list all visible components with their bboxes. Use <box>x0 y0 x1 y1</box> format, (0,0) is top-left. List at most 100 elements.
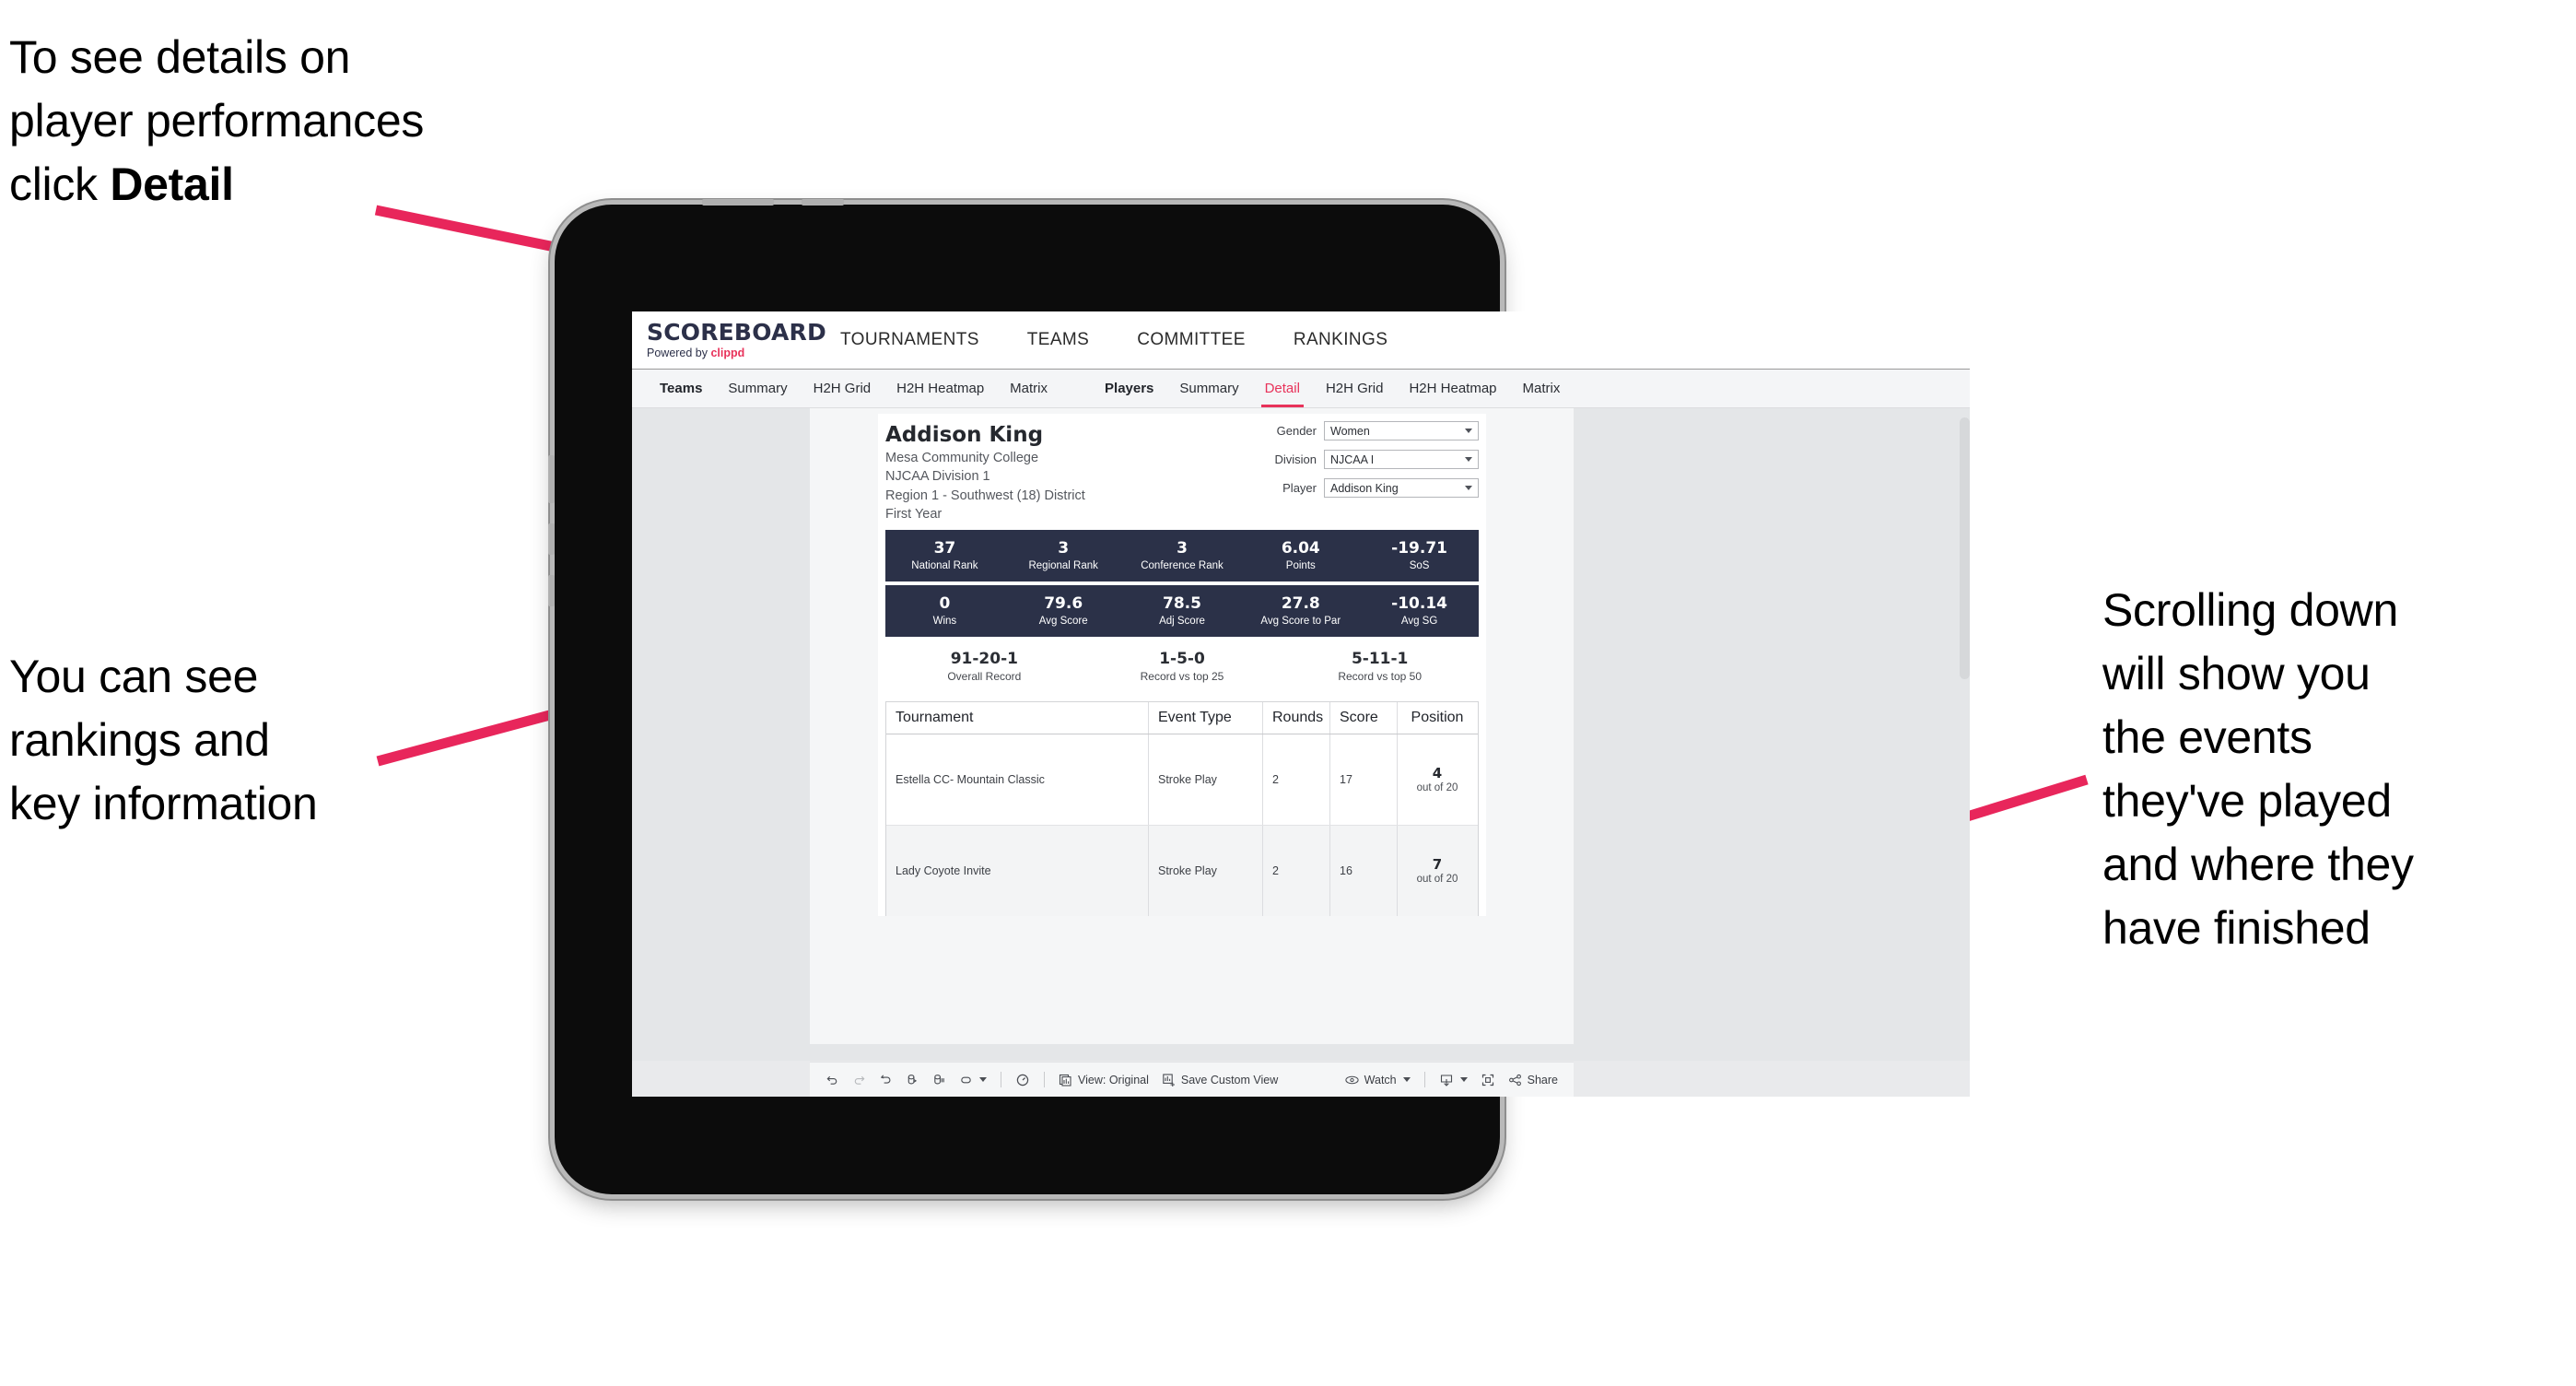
kpi-value: 0 <box>939 593 951 613</box>
viz-toolbar: View: Original Save Custom View Watch Sh… <box>810 1062 1574 1097</box>
kpi-adj-score: 78.5 Adj Score <box>1123 594 1242 628</box>
fullscreen-icon <box>1481 1073 1495 1087</box>
record-label: Record vs top 50 <box>1338 669 1423 683</box>
nav-item-rankings[interactable]: RANKINGS <box>1270 311 1411 369</box>
redo-button[interactable] <box>846 1068 872 1092</box>
download-button[interactable] <box>1433 1068 1474 1092</box>
annotation-mid-left: You can see rankings and key information <box>9 651 318 829</box>
cell-tournament: Estella CC- Mountain Classic <box>886 734 1149 825</box>
filter-select-division[interactable]: NJCAA I <box>1324 450 1479 469</box>
watch-button[interactable]: Watch <box>1338 1068 1417 1092</box>
kpi-label: Avg Score <box>1038 615 1088 627</box>
revert-button[interactable] <box>872 1068 899 1092</box>
brand-logo[interactable]: SCOREBOARD Powered by clippd <box>632 311 826 369</box>
nav-item-committee[interactable]: COMMITTEE <box>1113 311 1270 369</box>
subtab-teams-matrix[interactable]: Matrix <box>997 370 1060 407</box>
kpi-sos: -19.71 SoS <box>1360 539 1479 573</box>
nav-item-tournaments[interactable]: TOURNAMENTS <box>816 311 1003 369</box>
subnav-group-teams: Teams Summary H2H Grid H2H Heatmap Matri… <box>647 370 1060 407</box>
column-header-score[interactable]: Score <box>1330 701 1398 734</box>
brand-title: SCOREBOARD <box>647 319 826 346</box>
tablet-screen: SCOREBOARD Powered by clippd TOURNAMENTS… <box>632 311 1970 1097</box>
save-custom-view-label: Save Custom View <box>1180 1073 1279 1086</box>
fullscreen-button[interactable] <box>1474 1068 1502 1092</box>
filter-label-division: Division <box>1274 452 1317 466</box>
subtab-teams-h2h-heatmap[interactable]: H2H Heatmap <box>884 370 997 407</box>
column-header-rounds[interactable]: Rounds <box>1263 701 1330 734</box>
subtab-teams-h2h-grid[interactable]: H2H Grid <box>801 370 884 407</box>
chevron-down-icon <box>1402 1077 1411 1082</box>
kpi-label: National Rank <box>911 559 978 571</box>
subtab-players-detail[interactable]: Detail <box>1252 370 1313 407</box>
pause-refresh-button[interactable] <box>926 1068 953 1092</box>
filter-select-gender[interactable]: Women <box>1324 421 1479 440</box>
chevron-down-icon <box>979 1077 987 1082</box>
kpi-avg-sg: -10.14 Avg SG <box>1360 594 1479 628</box>
table-row[interactable]: Lady Coyote Invite Stroke Play 2 16 7 ou… <box>886 824 1478 916</box>
tablet-device: SCOREBOARD Powered by clippd TOURNAMENTS… <box>548 199 1970 1194</box>
subtab-players-h2h-heatmap[interactable]: H2H Heatmap <box>1396 370 1509 407</box>
share-button[interactable]: Share <box>1502 1068 1564 1092</box>
kpi-points: 6.04 Points <box>1241 539 1360 573</box>
toolbar-divider <box>1044 1072 1045 1087</box>
filter-label-player: Player <box>1282 481 1317 495</box>
cell-score: 16 <box>1330 825 1398 916</box>
filter-value-gender: Women <box>1330 424 1370 438</box>
annotation-top-left: To see details on player performances cl… <box>9 26 617 217</box>
filter-select-player[interactable]: Addison King <box>1324 478 1479 498</box>
revert-icon <box>879 1073 893 1086</box>
share-label: Share <box>1527 1073 1558 1086</box>
kpi-label: Avg Score to Par <box>1260 615 1341 627</box>
filter-label-gender: Gender <box>1276 424 1317 438</box>
subtab-teams-summary[interactable]: Summary <box>715 370 800 407</box>
undo-button[interactable] <box>819 1068 846 1092</box>
kpi-avg-score-to-par: 27.8 Avg Score to Par <box>1241 594 1360 628</box>
viz-content-panel: Addison King Mesa Community College NJCA… <box>878 414 1486 916</box>
save-custom-view-button[interactable]: Save Custom View <box>1155 1068 1284 1092</box>
device-button-left-2 <box>548 523 555 555</box>
kpi-label: SoS <box>1409 559 1430 571</box>
cell-rounds: 2 <box>1263 734 1330 825</box>
performance-button[interactable] <box>1009 1068 1036 1092</box>
cell-tournament: Lady Coyote Invite <box>886 825 1149 916</box>
visualization-area: Addison King Mesa Community College NJCA… <box>632 408 1970 1061</box>
record-overall: 91-20-1 Overall Record <box>885 650 1083 683</box>
kpi-label: Avg SG <box>1400 615 1438 627</box>
subtab-players-matrix[interactable]: Matrix <box>1510 370 1574 407</box>
table-row[interactable]: Estella CC- Mountain Classic Stroke Play… <box>886 734 1478 825</box>
nav-item-teams[interactable]: TEAMS <box>1003 311 1113 369</box>
subtab-players-h2h-grid[interactable]: H2H Grid <box>1313 370 1397 407</box>
refresh-icon <box>906 1073 919 1086</box>
toolbar-divider <box>1423 1072 1425 1087</box>
column-header-tournament[interactable]: Tournament <box>886 701 1149 734</box>
player-info-block: Addison King Mesa Community College NJCA… <box>878 414 1486 530</box>
filter-row-gender: Gender Women <box>1230 421 1479 440</box>
cell-event-type: Stroke Play <box>1149 825 1263 916</box>
cell-score: 17 <box>1330 734 1398 825</box>
vertical-scrollbar[interactable] <box>1960 417 1970 679</box>
annotation-right: Scrolling down will show you the events … <box>2102 584 2414 954</box>
chevron-down-icon <box>1465 429 1472 433</box>
position-outof: out of 20 <box>1416 874 1458 886</box>
record-value: 5-11-1 <box>1351 649 1409 668</box>
column-header-event-type[interactable]: Event Type <box>1149 701 1263 734</box>
table-header-row: Tournament Event Type Rounds Score Posit… <box>886 701 1478 734</box>
view-original-button[interactable]: View: Original <box>1052 1068 1155 1092</box>
refresh-button[interactable] <box>899 1068 926 1092</box>
speedometer-icon <box>1015 1073 1030 1087</box>
subtab-players-summary[interactable]: Summary <box>1166 370 1251 407</box>
annotation-top-left-emphasis: Detail <box>110 159 234 210</box>
kpi-label: Conference Rank <box>1141 559 1224 571</box>
watch-label: Watch <box>1364 1073 1397 1086</box>
viz-sheet: Addison King Mesa Community College NJCA… <box>810 408 1574 1044</box>
sub-navigation: Teams Summary H2H Grid H2H Heatmap Matri… <box>632 370 1970 408</box>
kpi-value: 6.04 <box>1281 538 1320 558</box>
chevron-down-icon <box>1459 1077 1468 1082</box>
column-header-position[interactable]: Position <box>1398 702 1477 734</box>
pause-updates-button[interactable] <box>953 1068 993 1092</box>
kpi-label: Regional Rank <box>1028 559 1098 571</box>
pause-icon <box>932 1073 946 1086</box>
kpi-label: Wins <box>932 615 957 627</box>
kpi-value: 79.6 <box>1044 593 1083 613</box>
position-outof: out of 20 <box>1416 782 1458 794</box>
